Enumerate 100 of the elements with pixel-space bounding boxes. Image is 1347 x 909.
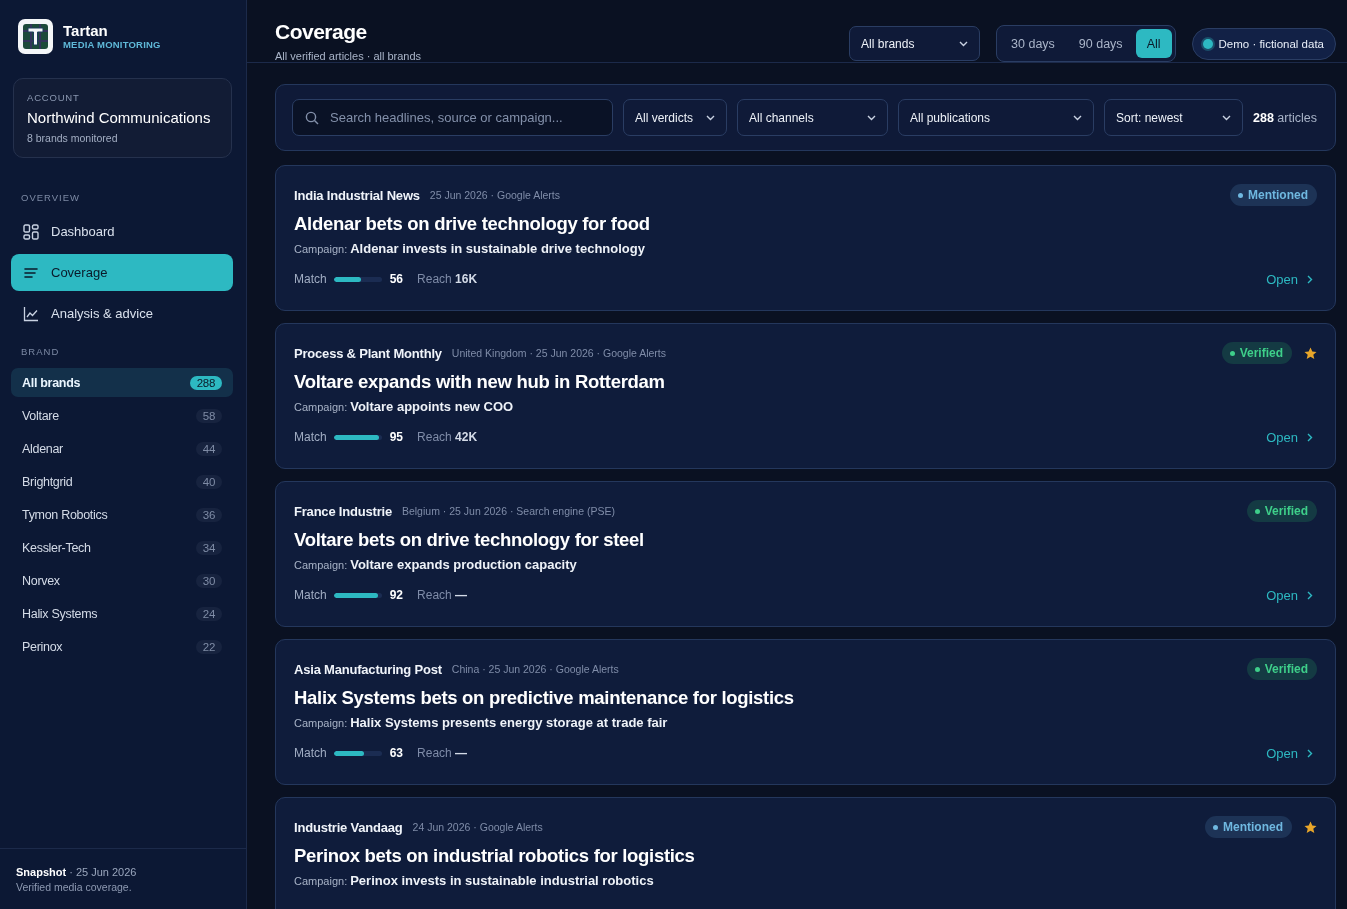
count-badge: 288 <box>189 375 222 390</box>
article-headline[interactable]: Halix Systems bets on predictive maintenance for logistics <box>294 687 1317 709</box>
star-icon[interactable] <box>1304 820 1317 834</box>
brand-item[interactable]: Kessler-Tech 34 <box>11 533 233 562</box>
match-bar <box>333 750 382 756</box>
nav-item[interactable]: Coverage <box>11 254 233 291</box>
match-label: Match <box>294 272 327 286</box>
range-tab[interactable]: All <box>1135 29 1172 58</box>
count-badge: 30 <box>195 573 222 588</box>
source-name: Industrie Vandaag <box>294 819 403 835</box>
brand-item[interactable]: Tymon Robotics 36 <box>11 500 233 529</box>
article-headline[interactable]: Voltare bets on drive technology for steel <box>294 529 1317 551</box>
snapshot-text: Snapshot · 25 Jun 2026 <box>16 866 138 878</box>
brand-name: Brightgrid <box>22 474 73 489</box>
brand-item[interactable]: All brands 288 <box>11 368 233 397</box>
match-label: Match <box>294 746 327 760</box>
status-dot-icon <box>1202 38 1213 49</box>
campaign-text: Campaign: Voltare expands production capacity <box>294 557 578 572</box>
article-meta: United Kingdom · 25 Jun 2026 · Google Alerts <box>451 347 667 359</box>
article-headline[interactable]: Perinox bets on industrial robotics for logistics <box>294 845 1317 867</box>
brand-item[interactable]: Brightgrid 40 <box>11 467 233 496</box>
brand-item[interactable]: Norvex 30 <box>11 566 233 595</box>
article-meta: China · 25 Jun 2026 · Google Alerts <box>451 663 619 675</box>
caret-icon <box>867 114 876 121</box>
source-name: India Industrial News <box>294 187 420 203</box>
grid-icon <box>23 223 39 240</box>
open-link[interactable]: Open <box>1260 586 1317 604</box>
reach-text: Reach — <box>417 746 468 760</box>
source-name: Process & Plant Monthly <box>294 345 442 361</box>
nav-item[interactable]: Dashboard <box>11 213 233 250</box>
account-detail: 8 brands monitored <box>27 132 119 144</box>
article-count: 288 articles <box>1253 110 1317 125</box>
brand-name: Tymon Robotics <box>22 507 108 522</box>
reach-text: Reach — <box>417 588 468 602</box>
brand-item[interactable]: Halix Systems 24 <box>11 599 233 628</box>
account-name: Northwind Communications <box>27 108 212 127</box>
brand-name: Aldenar <box>22 441 63 456</box>
range-tab[interactable]: 90 days <box>1067 29 1134 58</box>
article-headline[interactable]: Aldenar bets on drive technology for food <box>294 213 1317 235</box>
brand-name: Voltare <box>22 408 59 423</box>
filter-dropdown[interactable]: All publications <box>898 99 1094 136</box>
count-badge: 58 <box>195 408 222 423</box>
caret-icon <box>1073 114 1082 121</box>
source-name: France Industrie <box>294 503 392 519</box>
match-bar <box>333 434 382 440</box>
match-label: Match <box>294 430 327 444</box>
demo-badge: Demo · fictional data <box>1191 27 1336 60</box>
nav-item[interactable]: Analysis & advice <box>11 295 233 332</box>
app-name: Tartan <box>63 23 109 39</box>
brand-name: Kessler-Tech <box>22 540 91 555</box>
reach-text: Reach 42K <box>417 430 478 444</box>
snapshot-note: Verified media coverage. <box>16 881 133 893</box>
brand-item[interactable]: Voltare 58 <box>11 401 233 430</box>
caret-icon <box>1222 114 1231 121</box>
match-bar <box>333 592 382 598</box>
page-subtitle: All verified articles · all brands <box>275 50 422 62</box>
campaign-text: Campaign: Halix Systems presents energy storage at trade fair <box>294 715 669 730</box>
filter-dropdown[interactable]: Sort: newest <box>1104 99 1243 136</box>
chevron-icon <box>1307 274 1313 284</box>
open-link[interactable]: Open <box>1260 744 1317 762</box>
match-score: 63 <box>389 746 404 760</box>
count-badge: 22 <box>195 639 222 654</box>
match-score: 95 <box>389 430 404 444</box>
brand-dropdown[interactable]: All brands <box>849 26 981 61</box>
campaign-text: Campaign: Voltare appoints new COO <box>294 399 515 414</box>
count-badge: 36 <box>195 507 222 522</box>
open-link[interactable]: Open <box>1260 270 1317 288</box>
search-field[interactable]: Search headlines, source or campaign... <box>292 99 613 136</box>
star-icon[interactable] <box>1304 346 1317 360</box>
range-tab[interactable]: 30 days <box>1000 29 1066 58</box>
verdict-badge: Verified <box>1221 342 1292 364</box>
filter-dropdown[interactable]: All verdicts <box>623 99 727 136</box>
match-bar <box>333 276 382 282</box>
section-heading: BRAND <box>21 346 61 357</box>
app-tagline: MEDIA MONITORING <box>63 39 161 50</box>
verdict-badge: Verified <box>1246 658 1317 680</box>
brand-name: All brands <box>22 375 81 390</box>
brand-item[interactable]: Perinox 22 <box>11 632 233 661</box>
count-badge: 34 <box>195 540 222 555</box>
brand-item[interactable]: Aldenar 44 <box>11 434 233 463</box>
filter-dropdown[interactable]: All channels <box>737 99 888 136</box>
caret-icon <box>959 40 969 47</box>
caret-icon <box>706 114 715 121</box>
verdict-badge: Mentioned <box>1230 184 1317 206</box>
match-label: Match <box>294 588 327 602</box>
campaign-text: Campaign: Aldenar invests in sustainable drive technology <box>294 241 646 256</box>
logo-icon <box>18 19 53 54</box>
match-score: 92 <box>389 588 404 602</box>
brand-name: Perinox <box>22 639 63 654</box>
chevron-icon <box>1307 748 1313 758</box>
brand-name: Halix Systems <box>22 606 98 621</box>
verdict-badge: Mentioned <box>1205 816 1292 838</box>
search-icon <box>305 111 319 125</box>
count-badge: 24 <box>195 606 222 621</box>
open-link[interactable]: Open <box>1260 428 1317 446</box>
article-meta: Belgium · 25 Jun 2026 · Search engine (PSE) <box>401 505 615 517</box>
verdict-badge: Verified <box>1246 500 1317 522</box>
count-badge: 44 <box>195 441 222 456</box>
account-label: ACCOUNT <box>27 92 81 103</box>
article-headline[interactable]: Voltare expands with new hub in Rotterdam <box>294 371 1317 393</box>
